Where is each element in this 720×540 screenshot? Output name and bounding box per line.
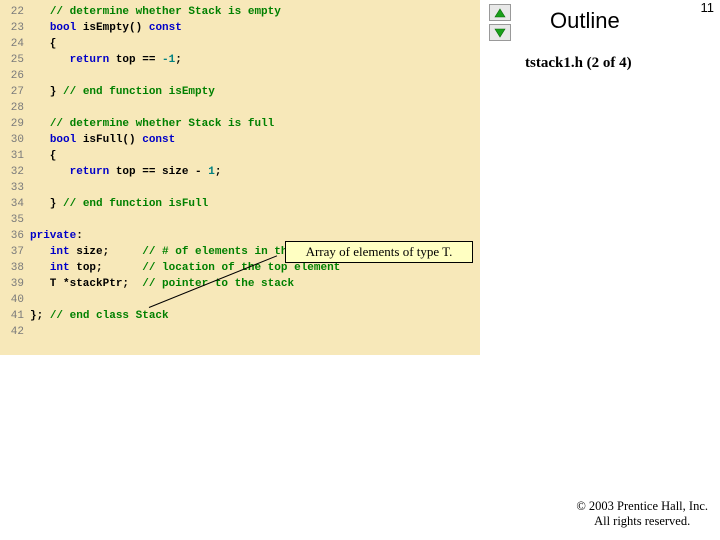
- code-line: 27 } // end function isEmpty: [0, 84, 480, 100]
- code-line: 23 bool isEmpty() const: [0, 20, 480, 36]
- code-line: 31 {: [0, 148, 480, 164]
- code-line: 40: [0, 292, 480, 308]
- line-number: 30: [0, 132, 30, 148]
- code-text: [30, 292, 480, 308]
- code-line: 35: [0, 212, 480, 228]
- copyright: © 2003 Prentice Hall, Inc. All rights re…: [576, 499, 708, 530]
- code-text: // determine whether Stack is full: [30, 116, 480, 132]
- line-number: 25: [0, 52, 30, 68]
- code-line: 22 // determine whether Stack is empty: [0, 4, 480, 20]
- callout-text: Array of elements of type T.: [306, 244, 453, 260]
- code-text: {: [30, 36, 480, 52]
- outline-heading: Outline: [550, 8, 620, 34]
- line-number: 33: [0, 180, 30, 196]
- code-line: 33: [0, 180, 480, 196]
- code-text: T *stackPtr; // pointer to the stack: [30, 276, 480, 292]
- nav-down-button[interactable]: [489, 24, 511, 41]
- code-text: return top == size - 1;: [30, 164, 480, 180]
- code-line: 26: [0, 68, 480, 84]
- line-number: 31: [0, 148, 30, 164]
- code-line: 25 return top == -1;: [0, 52, 480, 68]
- code-panel: 22 // determine whether Stack is empty23…: [0, 0, 480, 355]
- code-line: 34 } // end function isFull: [0, 196, 480, 212]
- copyright-line1: © 2003 Prentice Hall, Inc.: [576, 499, 708, 515]
- code-line: 28: [0, 100, 480, 116]
- code-text: } // end function isFull: [30, 196, 480, 212]
- code-text: [30, 324, 480, 340]
- code-text: [30, 100, 480, 116]
- line-number: 27: [0, 84, 30, 100]
- chevron-up-icon: [494, 8, 506, 18]
- line-number: 22: [0, 4, 30, 20]
- code-text: // determine whether Stack is empty: [30, 4, 480, 20]
- line-number: 34: [0, 196, 30, 212]
- code-text: bool isFull() const: [30, 132, 480, 148]
- line-number: 29: [0, 116, 30, 132]
- chevron-down-icon: [494, 28, 506, 38]
- line-number: 42: [0, 324, 30, 340]
- line-number: 37: [0, 244, 30, 260]
- line-number: 39: [0, 276, 30, 292]
- code-line: 29 // determine whether Stack is full: [0, 116, 480, 132]
- code-text: [30, 68, 480, 84]
- code-line: 39 T *stackPtr; // pointer to the stack: [0, 276, 480, 292]
- line-number: 35: [0, 212, 30, 228]
- line-number: 28: [0, 100, 30, 116]
- code-line: 41}; // end class Stack: [0, 308, 480, 324]
- code-line: 32 return top == size - 1;: [0, 164, 480, 180]
- file-label: tstack1.h (2 of 4): [525, 55, 632, 72]
- callout-box: Array of elements of type T.: [285, 241, 473, 263]
- code-text: } // end function isEmpty: [30, 84, 480, 100]
- line-number: 23: [0, 20, 30, 36]
- nav-buttons: [489, 4, 511, 41]
- code-text: return top == -1;: [30, 52, 480, 68]
- code-text: bool isEmpty() const: [30, 20, 480, 36]
- code-line: 42: [0, 324, 480, 340]
- nav-up-button[interactable]: [489, 4, 511, 21]
- line-number: 40: [0, 292, 30, 308]
- line-number: 36: [0, 228, 30, 244]
- code-text: [30, 212, 480, 228]
- code-text: }; // end class Stack: [30, 308, 480, 324]
- copyright-line2: All rights reserved.: [576, 514, 708, 530]
- line-number: 32: [0, 164, 30, 180]
- line-number: 41: [0, 308, 30, 324]
- code-line: 24 {: [0, 36, 480, 52]
- code-line: 30 bool isFull() const: [0, 132, 480, 148]
- line-number: 26: [0, 68, 30, 84]
- page-number: 11: [701, 0, 715, 15]
- line-number: 38: [0, 260, 30, 276]
- code-text: {: [30, 148, 480, 164]
- line-number: 24: [0, 36, 30, 52]
- code-text: [30, 180, 480, 196]
